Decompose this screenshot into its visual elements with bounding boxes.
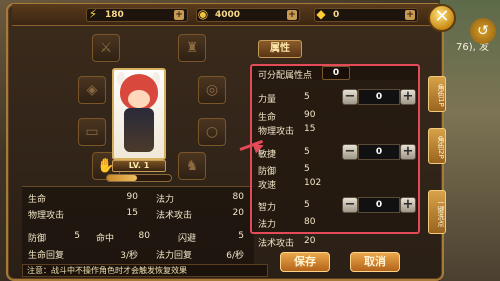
ring-icon: ○ [205, 124, 219, 140]
gold-display: 4000 [196, 8, 300, 22]
stat-hit-label: 命中 [96, 234, 115, 244]
stat-patk-label: 物理攻击 [28, 211, 65, 221]
tab-attributes[interactable]: 属性 [258, 40, 302, 58]
weapon-icon: ⚔ [99, 40, 113, 56]
intellect-base: 5 [304, 200, 310, 210]
agility-input[interactable]: 0 [358, 144, 400, 160]
stat-hp-label: 生命 [28, 195, 47, 205]
equip-slot-helmet[interactable]: ♜ [178, 34, 206, 62]
strength-base: 5 [304, 92, 310, 102]
agility-base: 5 [304, 147, 310, 157]
agility-plus-button[interactable]: + [400, 144, 416, 160]
stat-matk-value: 20 [232, 208, 244, 218]
strength-label: 力量 [258, 95, 277, 105]
strength-derived1-label: 生命 [258, 113, 277, 123]
armor-icon: ◈ [86, 82, 98, 98]
intellect-plus-button[interactable]: + [400, 197, 416, 213]
strength-plus-button[interactable]: + [400, 89, 416, 105]
ingot-add-button[interactable]: + [405, 10, 415, 20]
intellect-label: 智力 [258, 203, 277, 213]
stat-patk-value: 15 [126, 208, 138, 218]
intellect-derived2-value: 20 [304, 236, 316, 246]
intellect-derived2-label: 法术攻击 [258, 239, 295, 249]
equip-slot-necklace[interactable]: ◎ [198, 76, 226, 104]
character-body [124, 108, 154, 152]
strength-minus-button[interactable]: − [342, 89, 358, 105]
stat-mana-label: 法力 [156, 195, 175, 205]
equip-slot-ring[interactable]: ○ [198, 118, 226, 146]
helmet-icon: ♜ [185, 40, 199, 56]
level-label: LV. 1 [112, 160, 166, 172]
reset-points-button[interactable]: 一键洗点 [428, 190, 446, 234]
save-button[interactable]: 保存 [280, 252, 330, 272]
strength-derived2-label: 物理攻击 [258, 127, 295, 137]
energy-value: 180 [105, 10, 124, 20]
agility-derived1-value: 5 [304, 164, 310, 174]
stat-hp-value: 90 [126, 192, 138, 202]
ingot-icon: ◆ [316, 7, 326, 21]
agility-derived1-label: 防御 [258, 167, 277, 177]
equip-slot-belt[interactable]: ▭ [78, 118, 106, 146]
experience-bar-fill [107, 175, 137, 181]
intellect-derived1-value: 80 [304, 217, 316, 227]
ingot-display: 0 [314, 8, 418, 22]
stat-mpregen-value: 6/秒 [226, 251, 244, 261]
necklace-icon: ◎ [205, 82, 219, 98]
close-icon: ✕ [434, 6, 450, 27]
stat-mpregen-label: 法力回复 [156, 251, 193, 261]
points-value: 0 [322, 66, 350, 80]
stat-mana-value: 80 [232, 192, 244, 202]
stat-dodge-value: 5 [238, 231, 244, 241]
ingot-value: 0 [333, 10, 340, 20]
gold-add-button[interactable]: + [287, 10, 297, 20]
points-label: 可分配属性点 [258, 71, 313, 81]
cancel-button[interactable]: 取消 [350, 252, 400, 272]
agility-minus-button[interactable]: − [342, 144, 358, 160]
agility-derived2-value: 102 [304, 178, 322, 188]
notice-bar: 注意：战斗中不操作角色时才会触发恢复效果 [22, 264, 268, 277]
strength-derived2-value: 15 [304, 124, 316, 134]
stat-matk-label: 法术攻击 [156, 211, 193, 221]
tab-character-1p[interactable]: 角色1P [428, 76, 446, 112]
coin-icon: ◉ [197, 7, 209, 21]
stat-hit-value: 80 [138, 231, 150, 241]
stat-hpregen-value: 3/秒 [120, 251, 138, 261]
close-button[interactable]: ✕ [428, 4, 456, 32]
intellect-minus-button[interactable]: − [342, 197, 358, 213]
strength-derived1-value: 90 [304, 110, 316, 120]
tab-character-2p[interactable]: 角色2P [428, 128, 446, 164]
gold-value: 4000 [215, 10, 241, 20]
belt-icon: ▭ [85, 124, 99, 140]
intellect-input[interactable]: 0 [358, 197, 400, 213]
agility-derived2-label: 攻速 [258, 181, 277, 191]
return-button[interactable]: ↺ [470, 18, 496, 44]
equip-slot-boots[interactable]: ♞ [178, 152, 206, 180]
energy-display: 180 [86, 8, 188, 22]
lightning-icon: ⚡ [88, 7, 98, 21]
intellect-derived1-label: 法力 [258, 220, 277, 230]
stat-dodge-label: 闪避 [178, 234, 197, 244]
boots-icon: ♞ [185, 158, 199, 174]
strength-input[interactable]: 0 [358, 89, 400, 105]
stat-hpregen-label: 生命回复 [28, 251, 65, 261]
energy-add-button[interactable]: + [174, 10, 184, 20]
equip-slot-weapon[interactable]: ⚔ [92, 34, 120, 62]
stat-def-value: 5 [74, 231, 80, 241]
stat-def-label: 防御 [28, 234, 47, 244]
return-arrow-icon: ↺ [477, 23, 489, 39]
equip-slot-armor[interactable]: ◈ [78, 76, 106, 104]
character-face [128, 90, 150, 108]
